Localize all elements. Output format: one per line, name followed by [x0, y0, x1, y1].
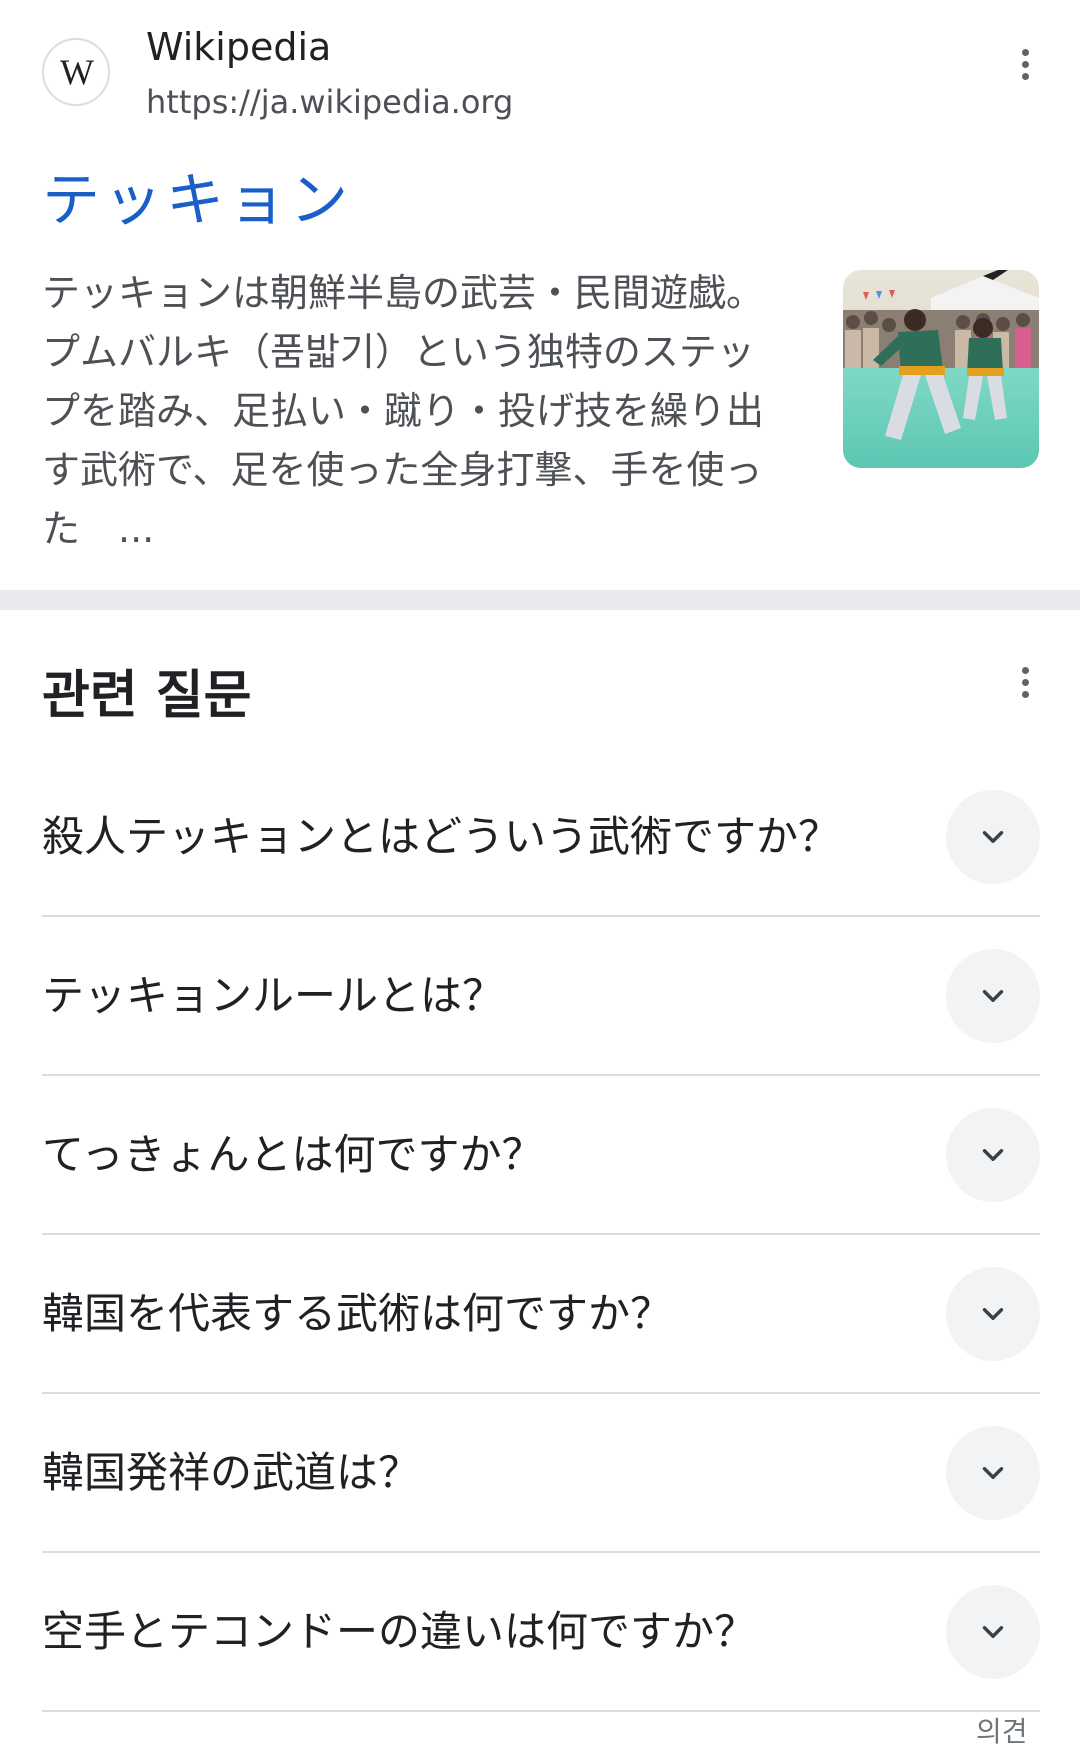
question-item[interactable]: 韓国発祥の武道は？ [42, 1394, 1040, 1553]
expand-button[interactable] [946, 1266, 1040, 1361]
site-name[interactable]: Wikipedia [146, 22, 331, 72]
result-thumbnail-image[interactable] [843, 270, 1039, 468]
question-text: 殺人テッキョンとはどういう武術ですか？ [42, 811, 841, 861]
chevron-down-icon [982, 989, 1004, 1002]
question-text: 韓国発祥の武道は？ [42, 1447, 421, 1497]
chevron-down-icon [982, 1148, 1004, 1161]
chevron-down-icon [982, 1466, 1004, 1479]
section-title: 관련 질문 [42, 666, 252, 726]
site-url[interactable]: https://ja.wikipedia.org [146, 80, 513, 124]
question-text: テッキョンルールとは？ [42, 970, 505, 1020]
section-separator [0, 590, 1080, 610]
chevron-down-icon [982, 1625, 1004, 1638]
question-item[interactable]: テッキョンルールとは？ [42, 917, 1040, 1076]
question-text: てっきょんとは何ですか？ [42, 1129, 544, 1179]
more-vert-icon[interactable] [1013, 42, 1037, 86]
result-title-link[interactable]: テッキョン [42, 160, 352, 240]
more-vert-icon[interactable] [1013, 660, 1037, 704]
expand-button[interactable] [946, 1107, 1040, 1202]
chevron-down-icon [982, 1307, 1004, 1320]
result-snippet: テッキョンは朝鮮半島の武芸・民間遊戯。プムバルキ（품밟기）という独特のステップを… [42, 271, 765, 551]
expand-button[interactable] [946, 1584, 1040, 1679]
expand-button[interactable] [946, 1425, 1040, 1520]
taekkyeon-demonstration-photo [843, 270, 1039, 468]
feedback-link[interactable]: 의견 [976, 1712, 1028, 1752]
question-item[interactable]: 殺人テッキョンとはどういう武術ですか？ [42, 758, 1040, 917]
question-list: 殺人テッキョンとはどういう武術ですか？ テッキョンルールとは？ てっきょんとは何… [42, 758, 1040, 1712]
question-item[interactable]: てっきょんとは何ですか？ [42, 1076, 1040, 1235]
question-text: 韓国を代表する武術は何ですか？ [42, 1288, 673, 1338]
chevron-down-icon [982, 830, 1004, 843]
search-result-card: W Wikipedia https://ja.wikipedia.org テッキ… [0, 0, 1080, 590]
wikipedia-logo-icon[interactable]: W [42, 38, 110, 106]
expand-button[interactable] [946, 789, 1040, 884]
question-text: 空手とテコンドーの違いは何ですか？ [42, 1606, 757, 1656]
question-item[interactable]: 韓国を代表する武術は何ですか？ [42, 1235, 1040, 1394]
expand-button[interactable] [946, 948, 1040, 1043]
question-item[interactable]: 空手とテコンドーの違いは何ですか？ [42, 1553, 1040, 1712]
